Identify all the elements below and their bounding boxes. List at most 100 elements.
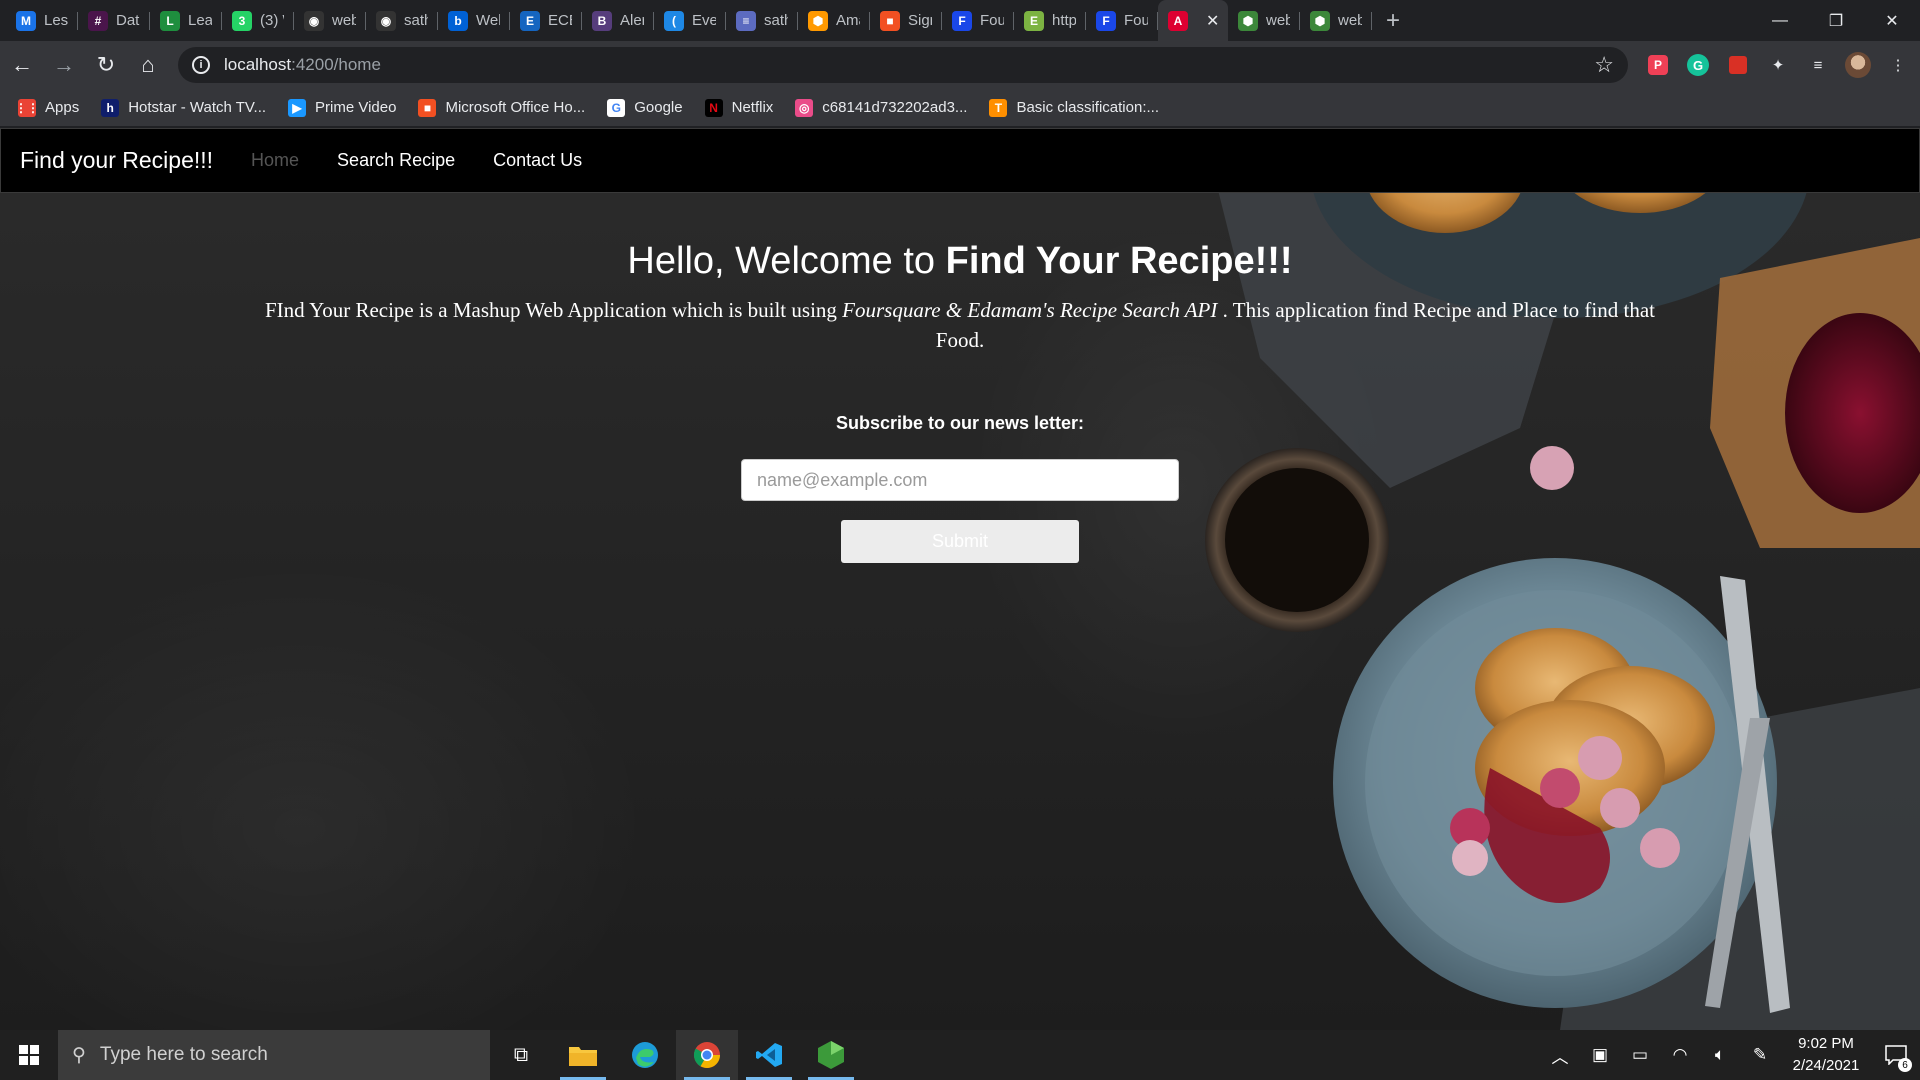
back-icon[interactable]: ← bbox=[2, 45, 42, 85]
chevron-up-icon[interactable]: ︿ bbox=[1540, 1030, 1580, 1080]
browser-tab[interactable]: ◉ sathw bbox=[366, 0, 438, 41]
chrome-icon[interactable] bbox=[676, 1030, 738, 1080]
bookmark-label: Hotstar - Watch TV... bbox=[128, 99, 267, 116]
browser-tab[interactable]: ◉ web- bbox=[294, 0, 366, 41]
bookmark-item[interactable]: G Google bbox=[607, 98, 683, 117]
url-path: :4200/home bbox=[291, 55, 381, 74]
dribbble-icon: ◎ bbox=[795, 98, 814, 117]
bookmark-item[interactable]: ⋮⋮ Apps bbox=[15, 98, 80, 117]
restore-icon[interactable]: ❐ bbox=[1808, 0, 1864, 41]
nav-link-home[interactable]: Home bbox=[251, 150, 299, 171]
hero-section: Hello, Welcome to Find Your Recipe!!! FI… bbox=[0, 240, 1920, 563]
bookmarks-bar: ⋮⋮ Apps h Hotstar - Watch TV... ▶ Prime Video… bbox=[0, 89, 1920, 127]
clock[interactable]: 9:02 PM 2/24/2021 bbox=[1780, 1033, 1872, 1077]
browser-tab[interactable]: B Alerts bbox=[582, 0, 654, 41]
bookmark-item[interactable]: h Hotstar - Watch TV... bbox=[101, 98, 267, 117]
windows-taskbar: ⚲ Type here to search ⧉ ︿ ▣ ▭ ◠ 🔈︎ ✎ 9:0… bbox=[0, 1030, 1920, 1080]
tab-label: Fours bbox=[980, 12, 1004, 29]
vscode-icon[interactable] bbox=[738, 1030, 800, 1080]
bootstrap-icon: B bbox=[592, 10, 612, 31]
forward-icon[interactable]: → bbox=[44, 45, 84, 85]
grammarly-icon[interactable]: G bbox=[1684, 51, 1712, 79]
tab-label: Amaz bbox=[836, 12, 860, 29]
tab-active[interactable]: AM✕ bbox=[1158, 0, 1228, 41]
extension-red-icon[interactable] bbox=[1724, 51, 1752, 79]
bookmark-item[interactable]: T Basic classification:... bbox=[989, 98, 1159, 117]
browser-tab[interactable]: ⬢ Amaz bbox=[798, 0, 870, 41]
whatsapp-icon: 3 bbox=[232, 10, 252, 31]
browser-toolbar: ← → ↻ ⌂ i localhost:4200/home ☆ P G ✦ ≡ … bbox=[0, 41, 1920, 89]
tab-label: sathw bbox=[404, 12, 428, 29]
wifi-icon[interactable]: ◠ bbox=[1660, 1030, 1700, 1080]
volume-icon[interactable]: 🔈︎ bbox=[1700, 1030, 1740, 1080]
address-bar[interactable]: i localhost:4200/home ☆ bbox=[178, 47, 1628, 83]
app-hexagon-icon[interactable] bbox=[800, 1030, 862, 1080]
profile-avatar[interactable] bbox=[1844, 51, 1872, 79]
browser-tab[interactable]: ⬢ web bbox=[1228, 0, 1300, 41]
url-host: localhost bbox=[224, 55, 292, 74]
browser-tab[interactable]: E ECE 5 bbox=[510, 0, 582, 41]
page-description: FInd Your Recipe is a Mashup Web Applica… bbox=[250, 295, 1670, 355]
browser-tab[interactable]: F Fours bbox=[1086, 0, 1158, 41]
browser-tab[interactable]: 3 (3) W bbox=[222, 0, 294, 41]
browser-tab[interactable]: F Fours bbox=[942, 0, 1014, 41]
browser-tab[interactable]: L Learn bbox=[150, 0, 222, 41]
submit-button[interactable]: Submit bbox=[841, 520, 1079, 563]
tab-list: M Lessons # Data L Learn 3 (3) W ◉ web- ◉ sathw b Web… bbox=[0, 0, 1372, 41]
close-tab-icon[interactable]: ✕ bbox=[1206, 11, 1219, 31]
bookmark-label: Microsoft Office Ho... bbox=[445, 99, 586, 116]
bookmark-star-icon[interactable]: ☆ bbox=[1594, 52, 1614, 78]
edge-icon[interactable] bbox=[614, 1030, 676, 1080]
bookmark-label: Google bbox=[634, 99, 683, 116]
minimize-icon[interactable]: — bbox=[1752, 0, 1808, 41]
bookmark-label: Apps bbox=[45, 99, 80, 116]
menu-kebab-icon[interactable]: ⋮ bbox=[1884, 51, 1912, 79]
browser-tab[interactable]: ■ Sign bbox=[870, 0, 942, 41]
email-field[interactable] bbox=[741, 459, 1179, 501]
close-window-icon[interactable]: ✕ bbox=[1864, 0, 1920, 41]
edamam-icon: E bbox=[1024, 10, 1044, 31]
search-icon: ⚲ bbox=[72, 1044, 86, 1066]
browser-tab[interactable]: b Web_ bbox=[438, 0, 510, 41]
new-tab-button[interactable]: + bbox=[1372, 0, 1414, 41]
browser-tab[interactable]: # Data bbox=[78, 0, 150, 41]
netflix-icon: N bbox=[704, 98, 723, 117]
browser-tab[interactable]: ⬢ web bbox=[1300, 0, 1372, 41]
bookmark-item[interactable]: ◎ c68141d732202ad3... bbox=[795, 98, 967, 117]
apps-grid-icon: ⋮⋮ bbox=[15, 98, 39, 117]
windows-start-icon[interactable] bbox=[0, 1030, 58, 1080]
browser-tab[interactable]: Ehttps bbox=[1014, 0, 1086, 41]
tab-label: Data bbox=[116, 12, 140, 29]
task-view-icon[interactable]: ⧉ bbox=[490, 1030, 552, 1080]
site-brand[interactable]: Find your Recipe!!! bbox=[20, 147, 213, 174]
browser-tab[interactable]: M Lessons bbox=[6, 0, 78, 41]
nav-link-search-recipe[interactable]: Search Recipe bbox=[337, 150, 455, 171]
bookmark-item[interactable]: ▶ Prime Video bbox=[288, 98, 396, 117]
canvas-icon: E bbox=[520, 10, 540, 31]
tab-label: (3) W bbox=[260, 12, 284, 29]
board-icon: ≡ bbox=[736, 10, 756, 31]
nav-link-contact-us[interactable]: Contact Us bbox=[493, 150, 582, 171]
bookmark-item[interactable]: N Netflix bbox=[704, 98, 773, 117]
description-api-names: Foursquare & Edamam's Recipe Search API bbox=[842, 298, 1218, 322]
file-explorer-icon[interactable] bbox=[552, 1030, 614, 1080]
github-icon: ◉ bbox=[304, 10, 324, 31]
foursquare-icon: F bbox=[952, 10, 972, 31]
reading-list-icon[interactable]: ≡ bbox=[1804, 51, 1832, 79]
pen-icon[interactable]: ✎ bbox=[1740, 1030, 1780, 1080]
home-icon[interactable]: ⌂ bbox=[128, 45, 168, 85]
battery-icon[interactable]: ▭ bbox=[1620, 1030, 1660, 1080]
extensions-puzzle-icon[interactable]: ✦ bbox=[1764, 51, 1792, 79]
meet-now-icon[interactable]: ▣ bbox=[1580, 1030, 1620, 1080]
taskbar-search[interactable]: ⚲ Type here to search bbox=[58, 1030, 490, 1080]
browser-tab[interactable]: (Event bbox=[654, 0, 726, 41]
microsoft-icon: ■ bbox=[418, 98, 437, 117]
url-text[interactable]: localhost:4200/home bbox=[224, 55, 381, 75]
pocket-icon[interactable]: P bbox=[1644, 51, 1672, 79]
notification-icon[interactable]: 6 bbox=[1872, 1030, 1920, 1080]
browser-tab[interactable]: ≡ sathw bbox=[726, 0, 798, 41]
reload-icon[interactable]: ↻ bbox=[86, 45, 126, 85]
bookmark-item[interactable]: ■ Microsoft Office Ho... bbox=[418, 98, 586, 117]
site-info-icon[interactable]: i bbox=[192, 56, 210, 74]
tab-label: Sign bbox=[908, 12, 932, 29]
